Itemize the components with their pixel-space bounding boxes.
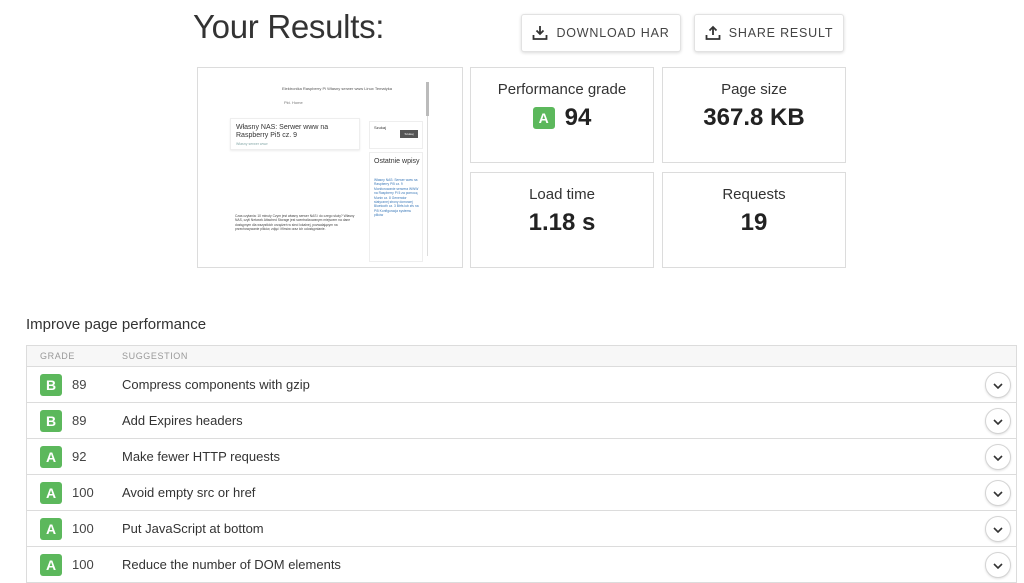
improve-section-title: Improve page performance <box>26 316 207 333</box>
load-time-card: Load time 1.18 s <box>470 172 654 268</box>
grade-badge: A <box>532 107 555 129</box>
table-header: GRADE SUGGESTION <box>27 346 1016 367</box>
expand-button[interactable] <box>985 408 1011 434</box>
download-har-button[interactable]: DOWNLOAD HAR <box>521 14 681 52</box>
expand-button[interactable] <box>985 516 1011 542</box>
preview-sidebar-links: Własny NAS: Serwer www na Raspberry Pi5 … <box>374 178 419 218</box>
grade-badge: A <box>40 481 62 504</box>
expand-button[interactable] <box>985 444 1011 470</box>
performance-grade-card: Performance grade A 94 <box>470 67 654 163</box>
suggestion-text: Make fewer HTTP requests <box>122 449 280 464</box>
download-icon <box>532 25 548 41</box>
performance-grade-label: Performance grade <box>497 81 627 98</box>
page-title: Your Results: <box>193 8 385 45</box>
expand-button[interactable] <box>985 552 1011 578</box>
table-row[interactable]: A 92 Make fewer HTTP requests <box>27 439 1016 475</box>
grade-score: 89 <box>72 377 87 392</box>
table-row[interactable]: A 100 Avoid empty src or href <box>27 475 1016 511</box>
load-time-value: 1.18 s <box>528 209 596 236</box>
suggestion-text: Put JavaScript at bottom <box>122 521 264 536</box>
requests-value: 19 <box>740 209 768 236</box>
suggestion-column-header: SUGGESTION <box>122 351 189 361</box>
suggestion-text: Add Expires headers <box>122 413 243 428</box>
table-row[interactable]: A 100 Put JavaScript at bottom <box>27 511 1016 547</box>
share-result-label: SHARE RESULT <box>728 26 834 40</box>
requests-label: Requests <box>722 186 786 203</box>
suggestion-text: Avoid empty src or href <box>122 485 256 500</box>
table-row[interactable]: B 89 Compress components with gzip <box>27 367 1016 403</box>
preview-post-meta: Własny serwer www <box>236 142 268 146</box>
preview-post-title: Własny NAS: Serwer www na Raspberry Pi5 … <box>236 124 329 139</box>
preview-search-label: Szukaj <box>374 125 387 130</box>
preview-body-text: Czas czytania: 10 minuty Czym jest własn… <box>235 214 355 232</box>
chevron-down-icon <box>993 376 1003 394</box>
grade-score: 100 <box>72 521 94 536</box>
grade-score: 89 <box>72 413 87 428</box>
grade-badge: B <box>40 373 62 396</box>
expand-button[interactable] <box>985 480 1011 506</box>
load-time-label: Load time <box>529 186 595 203</box>
table-row[interactable]: A 100 Reduce the number of DOM elements <box>27 547 1016 583</box>
chevron-down-icon <box>993 448 1003 466</box>
preview-nav: Elektronika Raspberry Pi Własny serwer w… <box>282 86 392 91</box>
grade-score: 92 <box>72 449 87 464</box>
share-result-button[interactable]: SHARE RESULT <box>694 14 844 52</box>
download-har-label: DOWNLOAD HAR <box>556 26 670 40</box>
page-size-card: Page size 367.8 KB <box>662 67 846 163</box>
expand-button[interactable] <box>985 372 1011 398</box>
chevron-down-icon <box>993 484 1003 502</box>
preview-scrollbar-track <box>427 116 428 256</box>
preview-search-button: Szukaj <box>400 130 418 138</box>
suggestions-table: GRADE SUGGESTION B 89 Compress component… <box>26 345 1017 583</box>
page-size-value: 367.8 KB <box>703 104 805 131</box>
preview-sidebar-title: Ostatnie wpisy <box>374 158 420 165</box>
share-icon <box>705 25 721 41</box>
performance-grade-value: 94 <box>564 104 592 131</box>
grade-badge: A <box>40 445 62 468</box>
chevron-down-icon <box>993 556 1003 574</box>
requests-card: Requests 19 <box>662 172 846 268</box>
grade-badge: A <box>40 517 62 540</box>
preview-scrollbar <box>426 82 429 116</box>
suggestion-text: Compress components with gzip <box>122 377 310 392</box>
page-size-label: Page size <box>721 81 787 98</box>
grade-column-header: GRADE <box>40 351 76 361</box>
table-row[interactable]: B 89 Add Expires headers <box>27 403 1016 439</box>
page-screenshot-preview: Elektronika Raspberry Pi Własny serwer w… <box>197 67 463 268</box>
grade-badge: B <box>40 409 62 432</box>
chevron-down-icon <box>993 520 1003 538</box>
preview-breadcrumb: Pkt. Home <box>284 100 303 105</box>
chevron-down-icon <box>993 412 1003 430</box>
grade-score: 100 <box>72 485 94 500</box>
